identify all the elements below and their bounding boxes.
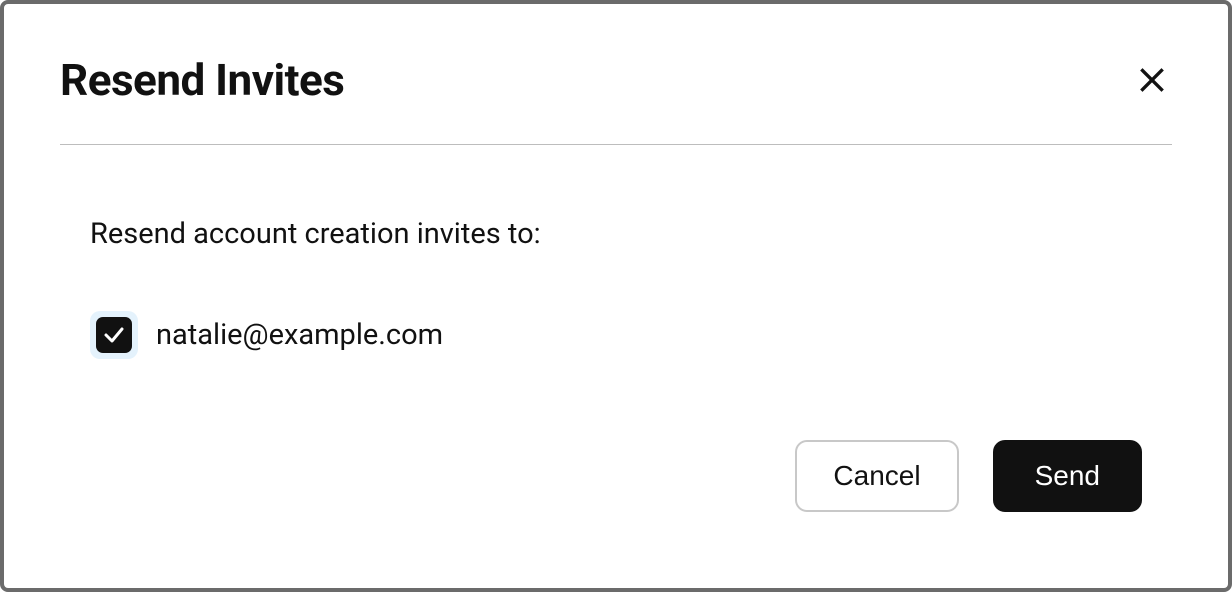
dialog-title: Resend Invites	[60, 54, 344, 106]
send-button[interactable]: Send	[993, 440, 1142, 512]
dialog-header: Resend Invites	[60, 54, 1172, 145]
dialog-footer: Cancel Send	[60, 440, 1172, 548]
prompt-text: Resend account creation invites to:	[90, 217, 1172, 251]
resend-invites-dialog: Resend Invites Resend account creation i…	[0, 0, 1232, 592]
invite-email: natalie@example.com	[156, 318, 443, 352]
checkbox-checked-icon	[96, 317, 132, 353]
invite-checkbox[interactable]	[90, 311, 138, 359]
cancel-button[interactable]: Cancel	[795, 440, 958, 512]
close-button[interactable]	[1132, 60, 1172, 100]
invite-row: natalie@example.com	[90, 311, 1172, 359]
close-icon	[1136, 64, 1168, 96]
dialog-body: Resend account creation invites to: nata…	[60, 145, 1172, 440]
